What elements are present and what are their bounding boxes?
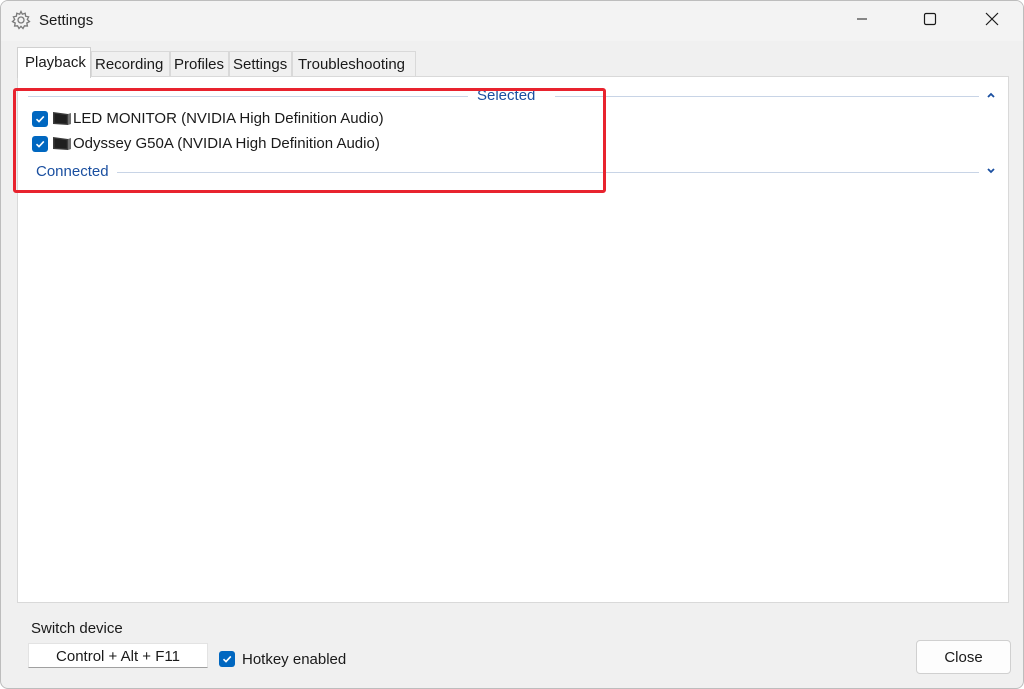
close-window-button[interactable] (969, 1, 1015, 41)
device-name: Odyssey G50A (NVIDIA High Definition Aud… (73, 135, 380, 152)
window-title: Settings (39, 12, 94, 29)
group-divider (555, 96, 979, 97)
tab-troubleshooting[interactable]: Troubleshooting (292, 51, 416, 77)
group-divider (117, 172, 979, 173)
close-icon (985, 12, 999, 31)
hotkey-enabled-label[interactable]: Hotkey enabled (242, 651, 346, 668)
title-bar[interactable]: Settings (1, 1, 1023, 41)
group-label-selected: Selected (477, 87, 536, 104)
group-divider (28, 96, 468, 97)
tab-settings[interactable]: Settings (229, 51, 292, 77)
settings-window: Settings Playback Recording Profiles Set… (0, 0, 1024, 689)
maximize-button[interactable] (907, 1, 953, 41)
close-button[interactable]: Close (916, 640, 1011, 674)
list-item[interactable]: LED MONITOR (NVIDIA High Definition Audi… (32, 109, 592, 131)
device-checkbox[interactable] (32, 111, 48, 127)
hotkey-input[interactable]: Control + Alt + F11 (28, 643, 208, 668)
tab-playback[interactable]: Playback (17, 47, 91, 78)
switch-device-label: Switch device (31, 620, 123, 637)
group-header-connected[interactable]: Connected (28, 161, 1000, 183)
tab-recording[interactable]: Recording (91, 51, 170, 77)
list-item[interactable]: Odyssey G50A (NVIDIA High Definition Aud… (32, 134, 592, 156)
device-list[interactable]: Selected LED MONITOR (NVIDIA High Defini… (28, 85, 1000, 597)
minimize-icon (856, 12, 868, 30)
group-header-selected[interactable]: Selected (28, 85, 1000, 107)
monitor-icon (52, 110, 72, 128)
monitor-icon (52, 135, 72, 153)
device-checkbox[interactable] (32, 136, 48, 152)
playback-tab-page: Selected LED MONITOR (NVIDIA High Defini… (17, 76, 1009, 603)
gear-icon (11, 10, 31, 30)
chevron-up-icon[interactable] (985, 88, 997, 102)
chevron-down-icon[interactable] (985, 164, 997, 178)
device-name: LED MONITOR (NVIDIA High Definition Audi… (73, 110, 384, 127)
hotkey-enabled-checkbox[interactable] (219, 651, 235, 667)
maximize-icon (923, 12, 937, 31)
minimize-button[interactable] (839, 1, 885, 41)
group-label-connected: Connected (36, 163, 109, 180)
tab-profiles[interactable]: Profiles (170, 51, 229, 77)
